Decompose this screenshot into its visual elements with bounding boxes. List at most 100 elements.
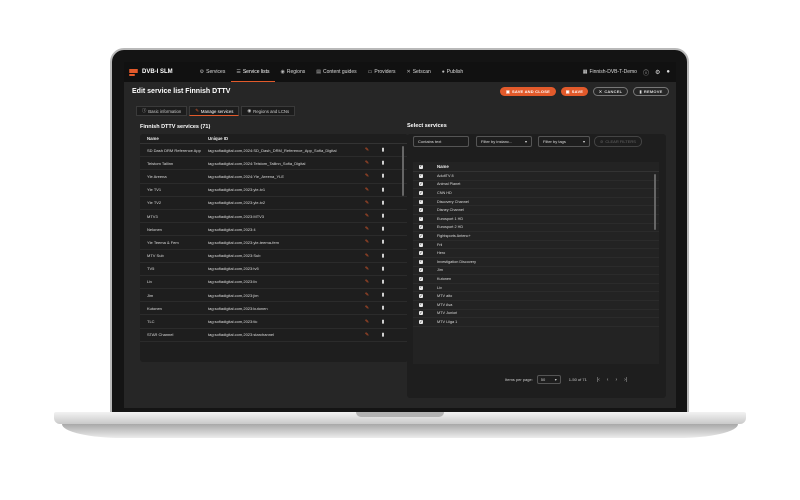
list-item[interactable]: Eurosport 2 HD (413, 224, 659, 233)
service-name: CNN HD (437, 190, 452, 195)
pencil-icon[interactable]: ✎ (358, 319, 376, 325)
trash-icon[interactable]: ▮ (376, 266, 390, 272)
pencil-icon[interactable]: ✎ (358, 226, 376, 232)
filter-instance-select[interactable]: Filter by instanc... ▾ (476, 136, 532, 147)
pencil-icon[interactable]: ✎ (358, 266, 376, 272)
list-item[interactable]: Animal Planet (413, 181, 659, 190)
list-item[interactable]: Kutonen (413, 275, 659, 284)
pencil-icon[interactable]: ✎ (358, 200, 376, 206)
pencil-icon[interactable]: ✎ (358, 279, 376, 285)
service-checkbox[interactable] (419, 207, 423, 213)
nav-item-service-lists[interactable]: ☰ Service lists (231, 62, 275, 82)
right-scrollbar[interactable] (654, 174, 656, 230)
cancel-button[interactable]: ✕ CANCEL (593, 87, 628, 96)
list-item[interactable]: MTV Liiga 1 (413, 318, 659, 327)
first-page-icon[interactable]: |‹ (597, 377, 600, 383)
trash-icon[interactable]: ▮ (376, 226, 390, 232)
column-name: Name (147, 136, 159, 141)
service-checkbox[interactable] (419, 310, 423, 316)
prev-page-icon[interactable]: ‹ (607, 377, 609, 383)
pencil-icon[interactable]: ✎ (358, 173, 376, 179)
service-checkbox[interactable] (419, 241, 423, 247)
nav-item-providers[interactable]: ▭ Providers (363, 62, 401, 82)
trash-icon[interactable]: ▮ (376, 160, 390, 166)
nav-item-regions[interactable]: ◉ Regions (276, 62, 311, 82)
nav-item-services[interactable]: ⚙ Services (195, 62, 231, 82)
workspace-selector[interactable]: ▦ Finnish-DVB-T-Demo (583, 69, 637, 75)
trash-icon[interactable]: ▮ (376, 213, 390, 219)
save-button[interactable]: ▣ SAVE (561, 87, 588, 96)
items-per-page-select[interactable]: 50 ▾ (536, 375, 561, 384)
nav-item-publish[interactable]: ● Publish (437, 62, 468, 82)
list-item[interactable]: Investigation Discovery (413, 258, 659, 267)
right-section-title: Select services (407, 123, 447, 129)
settings-icon[interactable]: ⚙ (655, 69, 660, 76)
remove-button[interactable]: ▮ REMOVE (633, 87, 669, 96)
pencil-icon[interactable]: ✎ (358, 253, 376, 259)
pencil-icon[interactable]: ✎ (358, 213, 376, 219)
search-placeholder: Contains text (418, 139, 442, 144)
filter-tags-select[interactable]: Filter by tags ▾ (538, 136, 590, 147)
service-checkbox[interactable] (419, 198, 423, 204)
trash-icon[interactable]: ▮ (376, 239, 390, 245)
service-checkbox[interactable] (419, 293, 423, 299)
nav-item-setscan[interactable]: ✕ Setscan (401, 62, 435, 82)
list-item[interactable]: MTV Ava (413, 301, 659, 310)
list-item[interactable]: Liv (413, 284, 659, 293)
trash-icon[interactable]: ▮ (376, 187, 390, 193)
user-icon[interactable]: ● (666, 69, 670, 75)
list-item[interactable]: Hero (413, 249, 659, 258)
list-item[interactable]: Discovery Channel (413, 198, 659, 207)
pencil-icon[interactable]: ✎ (358, 147, 376, 153)
help-icon[interactable]: ⓘ (643, 68, 649, 77)
service-checkbox[interactable] (419, 224, 423, 230)
list-item[interactable]: Frii (413, 241, 659, 250)
tab-manage-services[interactable]: ✎ Manage services (189, 106, 240, 116)
list-item[interactable]: AdultTV 8 (413, 172, 659, 181)
service-checkbox[interactable] (419, 267, 423, 273)
trash-icon[interactable]: ▮ (376, 305, 390, 311)
service-checkbox[interactable] (419, 215, 423, 221)
service-checkbox[interactable] (419, 284, 423, 290)
service-checkbox[interactable] (419, 172, 423, 178)
service-checkbox[interactable] (419, 233, 423, 238)
service-checkbox[interactable] (419, 318, 423, 324)
search-input[interactable]: Contains text (413, 136, 469, 147)
list-item[interactable]: Jim (413, 267, 659, 276)
trash-icon[interactable]: ▮ (376, 292, 390, 298)
pencil-icon[interactable]: ✎ (358, 160, 376, 166)
nav-item-content-guides[interactable]: ▤ Content guides (311, 62, 361, 82)
trash-icon[interactable]: ▮ (376, 147, 390, 153)
last-page-icon[interactable]: ›| (624, 377, 627, 383)
pencil-icon[interactable]: ✎ (358, 187, 376, 193)
list-item[interactable]: CNN HD (413, 189, 659, 198)
list-item[interactable]: Disney Channel (413, 206, 659, 215)
save-and-close-button[interactable]: ▣ SAVE AND CLOSE (500, 87, 556, 96)
list-item[interactable]: MTV aito (413, 292, 659, 301)
pencil-icon[interactable]: ✎ (358, 305, 376, 311)
trash-icon[interactable]: ▮ (376, 319, 390, 325)
list-item[interactable]: Eurosport 1 HD (413, 215, 659, 224)
trash-icon[interactable]: ▮ (376, 173, 390, 179)
trash-icon[interactable]: ▮ (376, 332, 390, 338)
pencil-icon[interactable]: ✎ (358, 292, 376, 298)
service-checkbox[interactable] (419, 301, 423, 307)
list-item[interactable]: MTV Juniori (413, 310, 659, 319)
tab-basic-information[interactable]: ⓘ Basic information (136, 106, 188, 116)
tab-regions-and-lcns[interactable]: ◉ Regions and LCNs (241, 106, 296, 116)
trash-icon[interactable]: ▮ (376, 200, 390, 206)
service-checkbox[interactable] (419, 181, 423, 187)
pencil-icon[interactable]: ✎ (358, 239, 376, 245)
clear-filters-button[interactable]: ⊘ CLEAR FILTERS (594, 136, 642, 147)
list-item[interactable]: Fightsports Antenc+ (413, 232, 659, 241)
next-page-icon[interactable]: › (615, 377, 617, 383)
pencil-icon[interactable]: ✎ (358, 332, 376, 338)
service-checkbox[interactable] (419, 258, 423, 264)
service-checkbox[interactable] (419, 190, 423, 195)
left-scrollbar[interactable] (402, 146, 404, 196)
service-checkbox[interactable] (419, 276, 423, 281)
trash-icon[interactable]: ▮ (376, 279, 390, 285)
select-all-checkbox[interactable] (419, 163, 423, 169)
service-checkbox[interactable] (419, 250, 423, 256)
trash-icon[interactable]: ▮ (376, 253, 390, 259)
